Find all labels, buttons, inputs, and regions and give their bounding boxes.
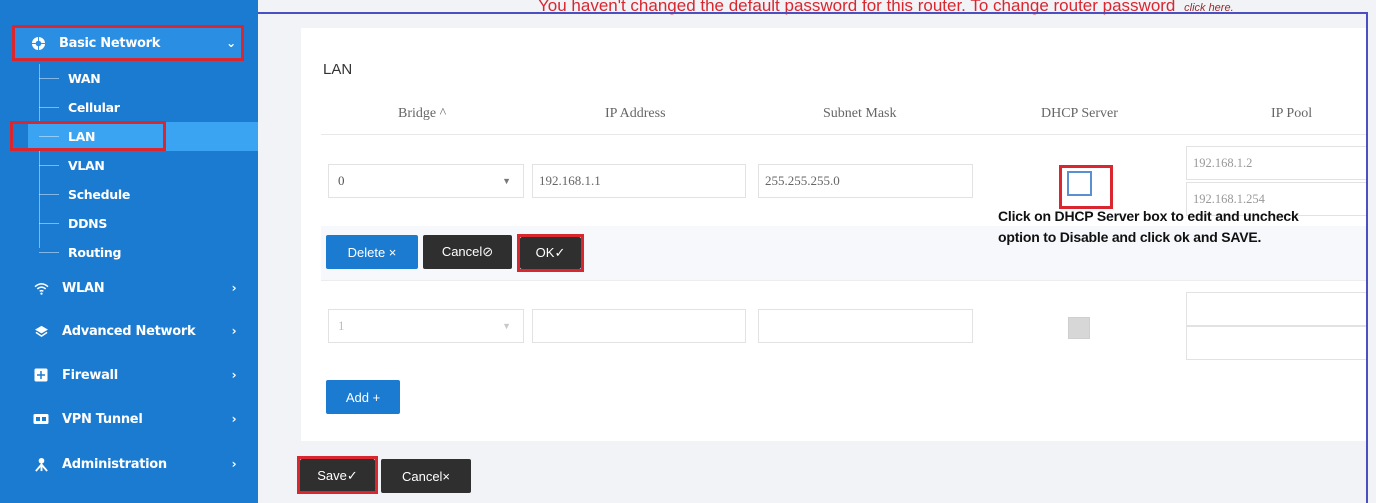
- page-title: LAN: [323, 61, 353, 78]
- cancel-row-button[interactable]: Cancel⊘: [423, 235, 512, 269]
- subnet-mask-value: 255.255.255.0: [765, 173, 840, 188]
- tree-tick: [39, 107, 59, 108]
- column-header-ip-address: IP Address: [605, 106, 666, 121]
- sidebar-item-label: WLAN: [62, 280, 105, 296]
- instruction-annotation: Click on DHCP Server box to edit and unc…: [998, 206, 1299, 248]
- sidebar: Basic Network ⌄ WAN Cellular LAN VLAN Sc…: [0, 0, 258, 503]
- ip-pool-end-value: 192.168.1.254: [1193, 191, 1265, 206]
- lan-highlight-box: [10, 121, 166, 151]
- ok-highlight-box: [517, 234, 584, 272]
- ip-pool-start-input-row2[interactable]: [1186, 292, 1366, 326]
- sidebar-item-label: VLAN: [68, 158, 105, 173]
- sidebar-item-label: Routing: [68, 245, 122, 260]
- sidebar-item-wlan[interactable]: WLAN ›: [14, 274, 244, 302]
- ip-pool-end-input-row2[interactable]: [1186, 326, 1366, 360]
- firewall-icon: [30, 366, 52, 384]
- tree-tick: [39, 165, 59, 166]
- ip-address-value: 192.168.1.1: [539, 173, 601, 188]
- sidebar-item-vlan[interactable]: VLAN: [28, 151, 258, 180]
- tree-tick: [39, 252, 59, 253]
- sidebar-item-label: Advanced Network: [62, 323, 196, 339]
- delete-button[interactable]: Delete ×: [326, 235, 418, 269]
- chevron-right-icon: ›: [231, 281, 237, 295]
- row-divider: [321, 280, 1366, 281]
- sidebar-item-firewall[interactable]: Firewall ›: [14, 361, 244, 389]
- annotation-frame-right: [1366, 12, 1368, 503]
- sidebar-item-label: Cellular: [68, 100, 120, 115]
- sidebar-item-wan[interactable]: WAN: [28, 64, 258, 93]
- sidebar-item-routing[interactable]: Routing: [28, 238, 258, 267]
- ip-address-input[interactable]: 192.168.1.1: [532, 164, 746, 198]
- sidebar-item-schedule[interactable]: Schedule: [28, 180, 258, 209]
- chevron-right-icon: ›: [231, 412, 237, 426]
- sidebar-item-ddns[interactable]: DDNS: [28, 209, 258, 238]
- sidebar-item-basic-network[interactable]: Basic Network ⌄: [12, 25, 244, 61]
- dhcp-server-checkbox-row2[interactable]: [1068, 317, 1090, 339]
- column-header-dhcp-server: DHCP Server: [1041, 106, 1118, 121]
- chevron-right-icon: ›: [231, 324, 237, 338]
- annotation-frame-top: [258, 12, 1366, 14]
- sidebar-item-label: VPN Tunnel: [62, 411, 143, 427]
- header-divider: [321, 134, 1366, 135]
- sidebar-item-label: Basic Network: [59, 35, 161, 51]
- sidebar-item-cellular[interactable]: Cellular: [28, 93, 258, 122]
- column-header-bridge[interactable]: Bridge ^: [398, 106, 446, 122]
- sidebar-item-label: Administration: [62, 456, 167, 472]
- subnet-mask-input[interactable]: 255.255.255.0: [758, 164, 973, 198]
- sidebar-item-label: WAN: [68, 71, 101, 86]
- instruction-line-2: option to Disable and click ok and SAVE.: [998, 229, 1262, 245]
- ip-pool-start-input[interactable]: 192.168.1.2: [1186, 146, 1366, 180]
- sidebar-item-label: Firewall: [62, 367, 118, 383]
- save-highlight-box: [297, 456, 378, 494]
- wifi-icon: [30, 279, 52, 297]
- add-button[interactable]: Add +: [326, 380, 400, 414]
- column-header-subnet-mask: Subnet Mask: [823, 106, 897, 121]
- router-admin-page: Basic Network ⌄ WAN Cellular LAN VLAN Sc…: [0, 0, 1376, 503]
- tree-tick: [39, 223, 59, 224]
- bridge-select-row2[interactable]: 1 ▼: [328, 309, 524, 343]
- main-content: You haven't changed the default password…: [258, 0, 1376, 503]
- caret-down-icon: ▼: [502, 321, 511, 331]
- vpn-icon: [30, 410, 52, 428]
- chevron-right-icon: ›: [231, 368, 237, 382]
- sidebar-item-label: Schedule: [68, 187, 130, 202]
- dhcp-server-checkbox[interactable]: [1067, 171, 1092, 196]
- sidebar-item-administration[interactable]: Administration ›: [14, 450, 244, 478]
- admin-icon: [30, 455, 52, 473]
- column-header-ip-pool: IP Pool: [1271, 106, 1313, 121]
- sidebar-item-vpn-tunnel[interactable]: VPN Tunnel ›: [14, 405, 244, 433]
- ip-address-input-row2[interactable]: [532, 309, 746, 343]
- bridge-select-value: 0: [338, 173, 345, 188]
- chevron-down-icon: ⌄: [226, 36, 236, 50]
- chevron-right-icon: ›: [231, 457, 237, 471]
- tree-tick: [39, 194, 59, 195]
- sidebar-item-label: DDNS: [68, 216, 108, 231]
- globe-icon: [27, 34, 49, 52]
- caret-down-icon: ▼: [502, 176, 511, 186]
- cancel-button[interactable]: Cancel×: [381, 459, 471, 493]
- ip-pool-start-value: 192.168.1.2: [1193, 155, 1253, 170]
- sidebar-item-advanced-network[interactable]: Advanced Network ›: [14, 317, 244, 345]
- subnet-mask-input-row2[interactable]: [758, 309, 973, 343]
- tree-tick: [39, 78, 59, 79]
- bridge-select[interactable]: 0 ▼: [328, 164, 524, 198]
- instruction-line-1: Click on DHCP Server box to edit and unc…: [998, 208, 1299, 224]
- network-icon: [30, 322, 52, 340]
- bridge-select-value: 1: [338, 318, 345, 333]
